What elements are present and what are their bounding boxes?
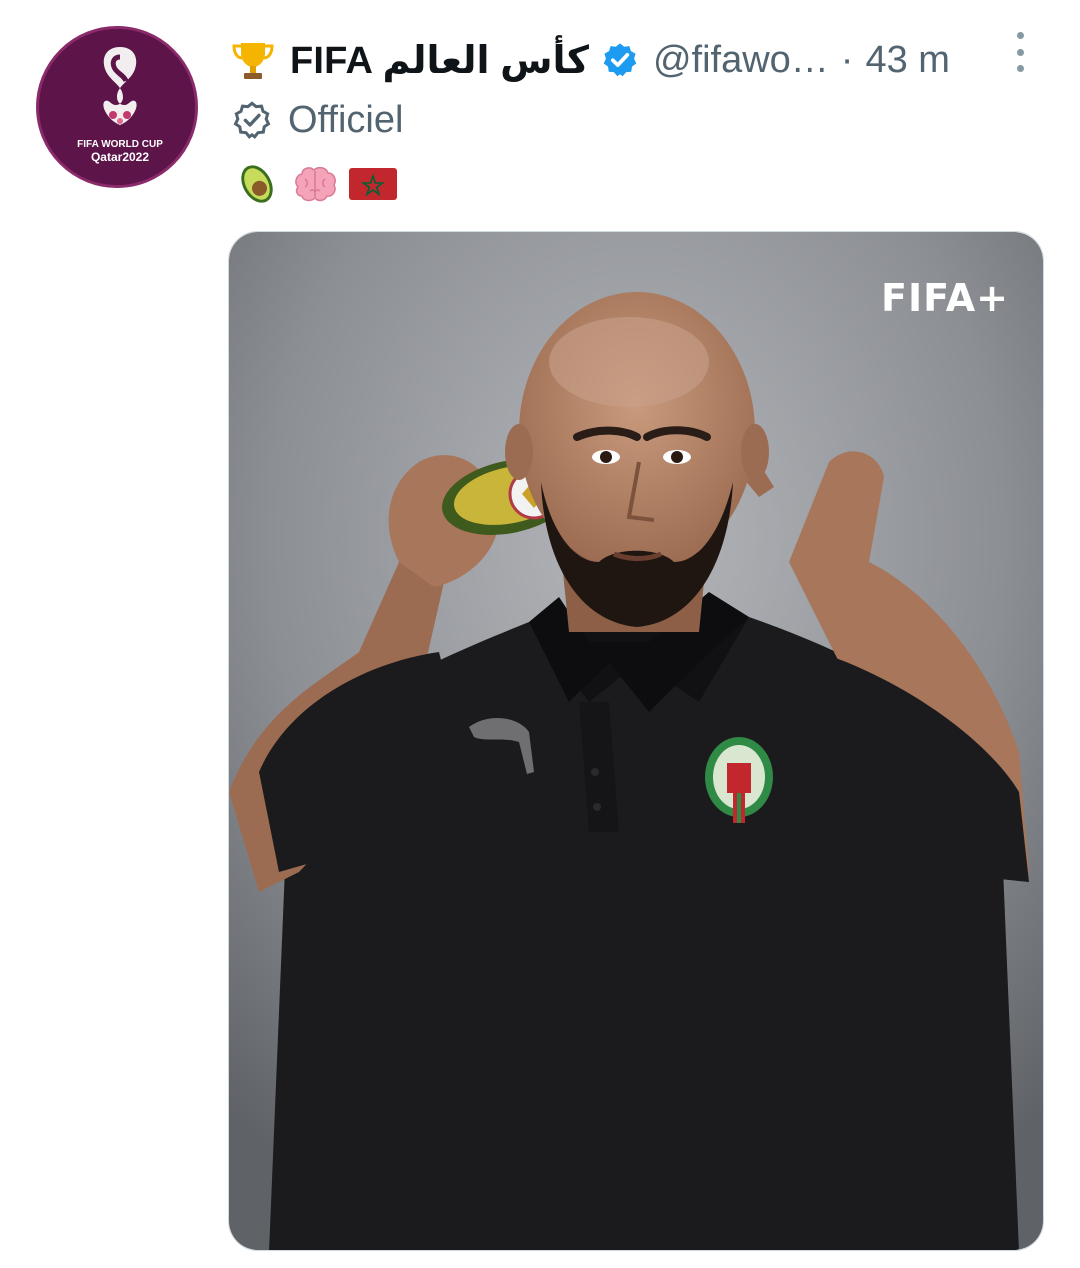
tweet-timestamp[interactable]: 43 m — [865, 39, 949, 82]
more-dot — [1016, 32, 1024, 39]
official-check-icon — [233, 101, 271, 139]
fifa-plus-watermark: FIFA+ — [881, 276, 1009, 320]
separator-dot: · — [840, 38, 854, 81]
official-label-text: Officiel — [288, 98, 404, 141]
avatar[interactable]: FIFA WORLD CUP Qatar2022 — [36, 26, 198, 188]
coach-photo — [229, 232, 1043, 1250]
more-dot — [1016, 65, 1024, 72]
tweet-header: FIFA كأس العالم @fifawo… · 43 m — [230, 30, 1050, 90]
verified-badge-icon — [603, 43, 637, 77]
avocado-icon — [241, 165, 273, 203]
brain-icon — [295, 166, 336, 202]
world-cup-logo: FIFA WORLD CUP Qatar2022 — [39, 29, 195, 185]
morocco-flag-icon — [349, 168, 397, 200]
more-options-icon[interactable] — [1010, 32, 1030, 72]
avatar-line2: Qatar2022 — [91, 150, 149, 164]
trophy-icon — [232, 43, 274, 79]
official-label: Officiel — [232, 96, 403, 144]
tweet-image[interactable]: FIFA+ — [228, 231, 1044, 1251]
author-name[interactable]: FIFA كأس العالم — [290, 38, 589, 83]
more-dot — [1016, 48, 1024, 56]
avatar-line1: FIFA WORLD CUP — [77, 139, 163, 150]
tweet-text — [232, 160, 398, 208]
author-handle[interactable]: @fifawo… — [653, 39, 829, 82]
